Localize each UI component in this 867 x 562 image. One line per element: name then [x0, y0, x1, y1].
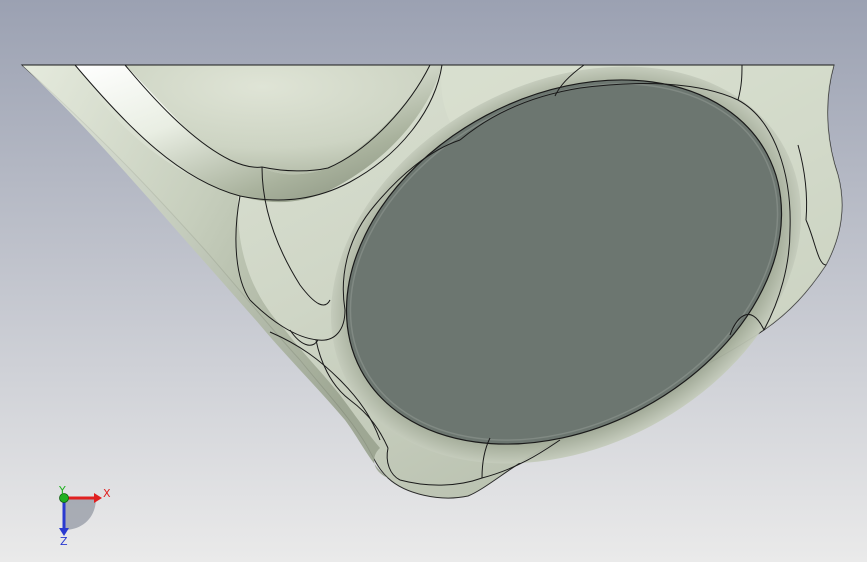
x-axis-label: X: [103, 487, 111, 500]
viewport-canvas: X Y Z: [0, 0, 867, 562]
cad-viewport[interactable]: X Y Z: [0, 0, 867, 562]
y-axis-label: Y: [58, 484, 66, 497]
z-axis-label: Z: [60, 535, 68, 548]
